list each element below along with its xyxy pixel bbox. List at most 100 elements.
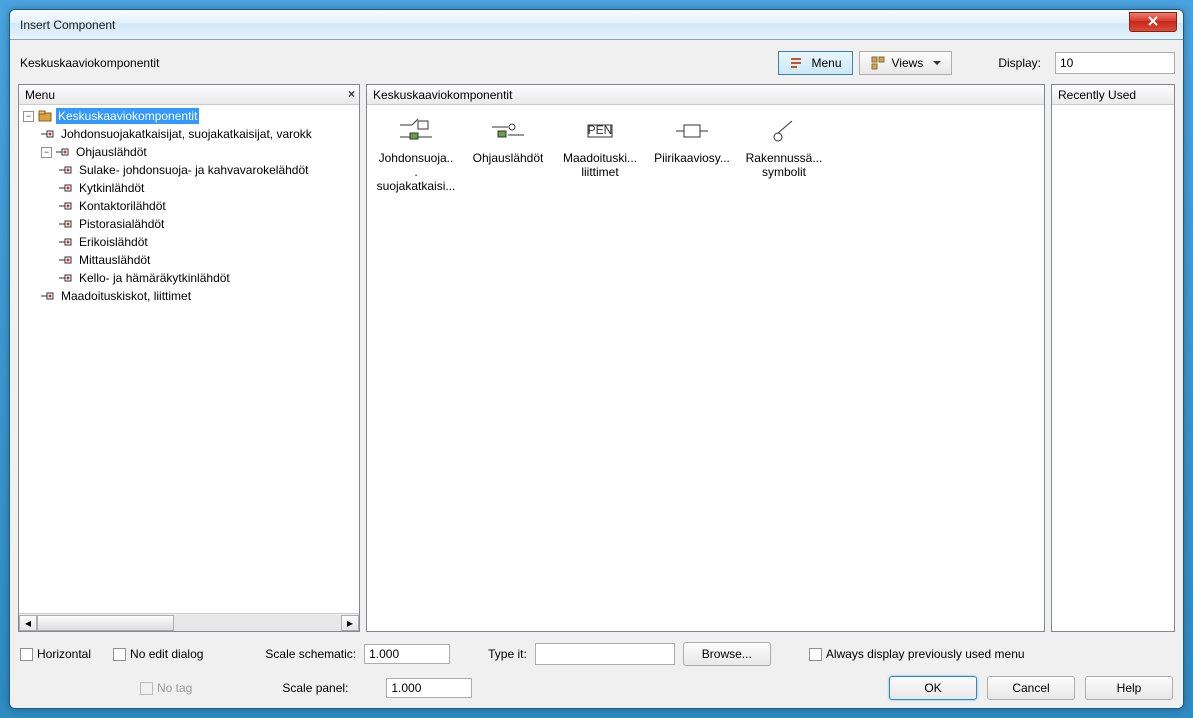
browse-button[interactable]: Browse... [683,642,771,666]
help-button-label: Help [1117,681,1142,695]
tree-item-label: Mittauslähdöt [77,252,152,268]
cancel-button[interactable]: Cancel [987,676,1075,700]
scroll-right-icon[interactable]: ▸ [341,615,359,631]
tree-root[interactable]: − Keskuskaaviokomponentit [19,107,359,125]
display-input[interactable] [1055,52,1175,74]
component-grid: Johdonsuoja... suojakatkaisi... Ohjauslä… [367,105,1044,631]
grid-item-label: Rakennussä... [746,151,823,165]
views-button[interactable]: Views [859,51,953,75]
horizontal-scrollbar[interactable]: ◂ ▸ [19,613,359,631]
plug-icon [59,181,73,195]
tree-item[interactable]: Maadoituskiskot, liittimet [19,287,359,305]
titlebar[interactable]: Insert Component [10,10,1183,40]
type-it-input[interactable] [535,643,675,665]
type-it-group: Type it: [488,643,675,665]
plug-icon [59,163,73,177]
window-title: Insert Component [20,18,115,32]
pen-terminal-icon: PEN [576,115,624,147]
plug-icon [41,289,55,303]
views-button-label: Views [892,56,924,70]
menu-panel-title: Menu [25,88,55,102]
no-tag-checkbox [140,682,153,695]
tree-item-label: Sulake- johdonsuoja- ja kahvavarokelähdö… [77,162,310,178]
grid-item[interactable]: Rakennussä... symbolit [741,111,827,197]
close-icon [1147,15,1159,29]
browse-button-label: Browse... [702,647,752,661]
menu-button-label: Menu [811,56,841,70]
tree-item-label: Kytkinlähdöt [77,180,146,196]
grid-item-label2: liittimet [581,165,618,179]
close-button[interactable] [1129,12,1177,32]
ok-button-label: OK [924,681,941,695]
scroll-left-icon[interactable]: ◂ [19,615,37,631]
header-label: Keskuskaaviokomponentit [18,56,161,70]
always-display-checkbox[interactable] [809,648,822,661]
display-label: Display: [998,56,1041,70]
menu-button[interactable]: Menu [778,51,852,75]
tree-item[interactable]: Sulake- johdonsuoja- ja kahvavarokelähdö… [19,161,359,179]
breaker-icon [392,115,440,147]
tree-item-label: Johdonsuojakatkaisijat, suojakatkaisijat… [59,126,314,142]
grid-item-label2: symbolit [762,165,806,179]
no-edit-checkbox[interactable] [113,648,126,661]
tree-item[interactable]: Kello- ja hämäräkytkinlähdöt [19,269,359,287]
tree-item[interactable]: Johdonsuojakatkaisijat, suojakatkaisijat… [19,125,359,143]
scale-panel-label: Scale panel: [282,681,378,695]
grid-item[interactable]: PEN Maadoituski... liittimet [557,111,643,197]
always-display-checkbox-label[interactable]: Always display previously used menu [809,647,1025,661]
top-toolbar-row: Keskuskaaviokomponentit Menu Views Displ… [18,48,1175,78]
tree-item[interactable]: − Ohjauslähdöt [19,143,359,161]
recently-used-panel: Recently Used [1051,84,1175,632]
tree-item-label: Pistorasialähdöt [77,216,166,232]
horizontal-checkbox-label[interactable]: Horizontal [20,647,91,661]
dialog-button-row: OK Cancel Help [889,676,1173,700]
plug-icon [56,145,70,159]
views-icon [870,55,886,71]
horizontal-checkbox[interactable] [20,648,33,661]
grid-panel-header: Keskuskaaviokomponentit [367,85,1044,105]
scroll-thumb[interactable] [37,615,174,631]
tree-item[interactable]: Kytkinlähdöt [19,179,359,197]
menu-panel-header: Menu × [19,85,359,105]
grid-item-label2: suojakatkaisi... [377,179,456,193]
tree-item-label: Kontaktorilähdöt [77,198,168,214]
scale-panel-input[interactable] [386,678,472,698]
plug-icon [41,127,55,141]
main-panels-row: Menu × − Keskuskaaviokomponentit Johdons… [18,84,1175,632]
collapse-icon[interactable]: − [41,147,52,158]
no-edit-checkbox-label[interactable]: No edit dialog [113,647,203,661]
tree-item[interactable]: Pistorasialähdöt [19,215,359,233]
control-output-icon [484,115,532,147]
recently-used-title: Recently Used [1058,88,1136,102]
tree-item-label: Erikoislähdöt [77,234,150,250]
grid-item[interactable]: Johdonsuoja... suojakatkaisi... [373,111,459,197]
chevron-down-icon [933,61,941,65]
tree-item-label: Ohjauslähdöt [74,144,149,160]
grid-panel-title: Keskuskaaviokomponentit [373,88,512,102]
dialog-window: Insert Component Keskuskaaviokomponentit… [9,9,1184,709]
grid-item[interactable]: Ohjauslähdöt [465,111,551,197]
always-display-text: Always display previously used menu [826,647,1025,661]
ok-button[interactable]: OK [889,676,977,700]
component-tree[interactable]: − Keskuskaaviokomponentit Johdonsuojakat… [19,105,359,613]
tree-item[interactable]: Kontaktorilähdöt [19,197,359,215]
scale-schematic-label: Scale schematic: [265,647,356,661]
grid-item[interactable]: Piirikaaviosy... [649,111,735,197]
tree-root-label: Keskuskaaviokomponentit [56,108,199,124]
help-button[interactable]: Help [1085,676,1173,700]
footer-row-2: No tag Scale panel: OK Cancel Help [18,672,1175,700]
scroll-track[interactable] [37,615,341,631]
plug-icon [59,199,73,213]
plug-icon [59,253,73,267]
grid-item-label: Maadoituski... [563,151,637,165]
tree-item[interactable]: Mittauslähdöt [19,251,359,269]
tree-item-label: Maadoituskiskot, liittimet [59,288,193,304]
menu-panel-close-icon[interactable]: × [348,87,355,101]
menu-icon [789,55,805,71]
grid-item-label: Piirikaaviosy... [654,151,730,165]
collapse-icon[interactable]: − [23,111,34,122]
tree-item[interactable]: Erikoislähdöt [19,233,359,251]
scale-schematic-input[interactable] [364,644,450,664]
tree-item-label: Kello- ja hämäräkytkinlähdöt [77,270,232,286]
no-tag-text: No tag [157,681,192,695]
